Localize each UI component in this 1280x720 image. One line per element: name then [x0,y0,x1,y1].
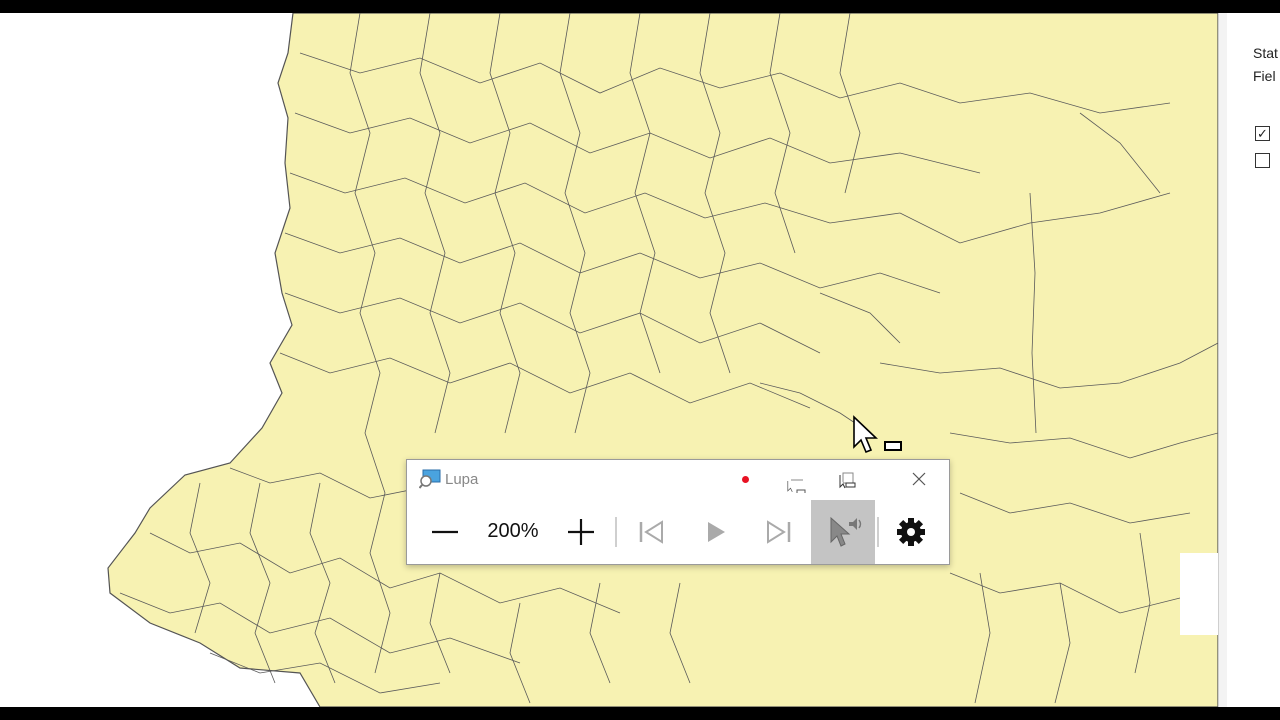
plus-icon [568,519,594,545]
gear-icon [897,518,925,546]
read-from-pointer-button[interactable] [811,500,875,564]
magnifier-window[interactable]: Lupa 200% [406,459,950,565]
recording-indicator-icon [742,476,749,483]
minus-icon [432,530,458,534]
skip-forward-icon [767,520,791,544]
letterbox-top [0,0,1280,13]
map-canvas[interactable] [0,13,1218,707]
minimize-icon [787,479,806,495]
close-icon [912,472,926,486]
map-land [107,13,1218,707]
next-paragraph-button[interactable] [759,502,799,562]
zoom-in-button[interactable] [561,502,601,562]
panel-label-field: Fiel [1253,68,1276,84]
checkbox-option-2[interactable] [1255,153,1270,168]
maximize-button[interactable] [828,463,868,493]
play-button[interactable] [696,502,736,562]
zoom-out-button[interactable] [425,502,465,562]
letterbox-bottom [0,707,1280,720]
previous-paragraph-button[interactable] [631,502,671,562]
play-icon [708,522,725,542]
settings-button[interactable] [891,502,931,562]
checkmark-icon: ✓ [1257,126,1268,141]
zoom-level: 200% [487,520,539,542]
skip-back-icon [639,520,663,544]
map-gap [1180,553,1218,635]
attributes-side-panel: Stat Fiel ✓ [1218,13,1280,707]
checkbox-option-1[interactable]: ✓ [1255,126,1270,141]
panel-content [1227,13,1280,707]
close-button[interactable] [899,463,939,493]
municipality-map[interactable] [0,13,1218,707]
toolbar-separator-2 [877,517,879,547]
panel-label-stat: Stat [1253,45,1278,61]
minimize-button[interactable] [777,463,817,495]
pointer-speaker-icon [830,516,862,547]
maximize-icon [839,472,856,489]
window-title: Lupa [445,471,479,488]
mouse-pointer-icon [853,415,902,454]
toolbar-separator [615,517,617,547]
magnifier-app-icon [419,469,441,489]
